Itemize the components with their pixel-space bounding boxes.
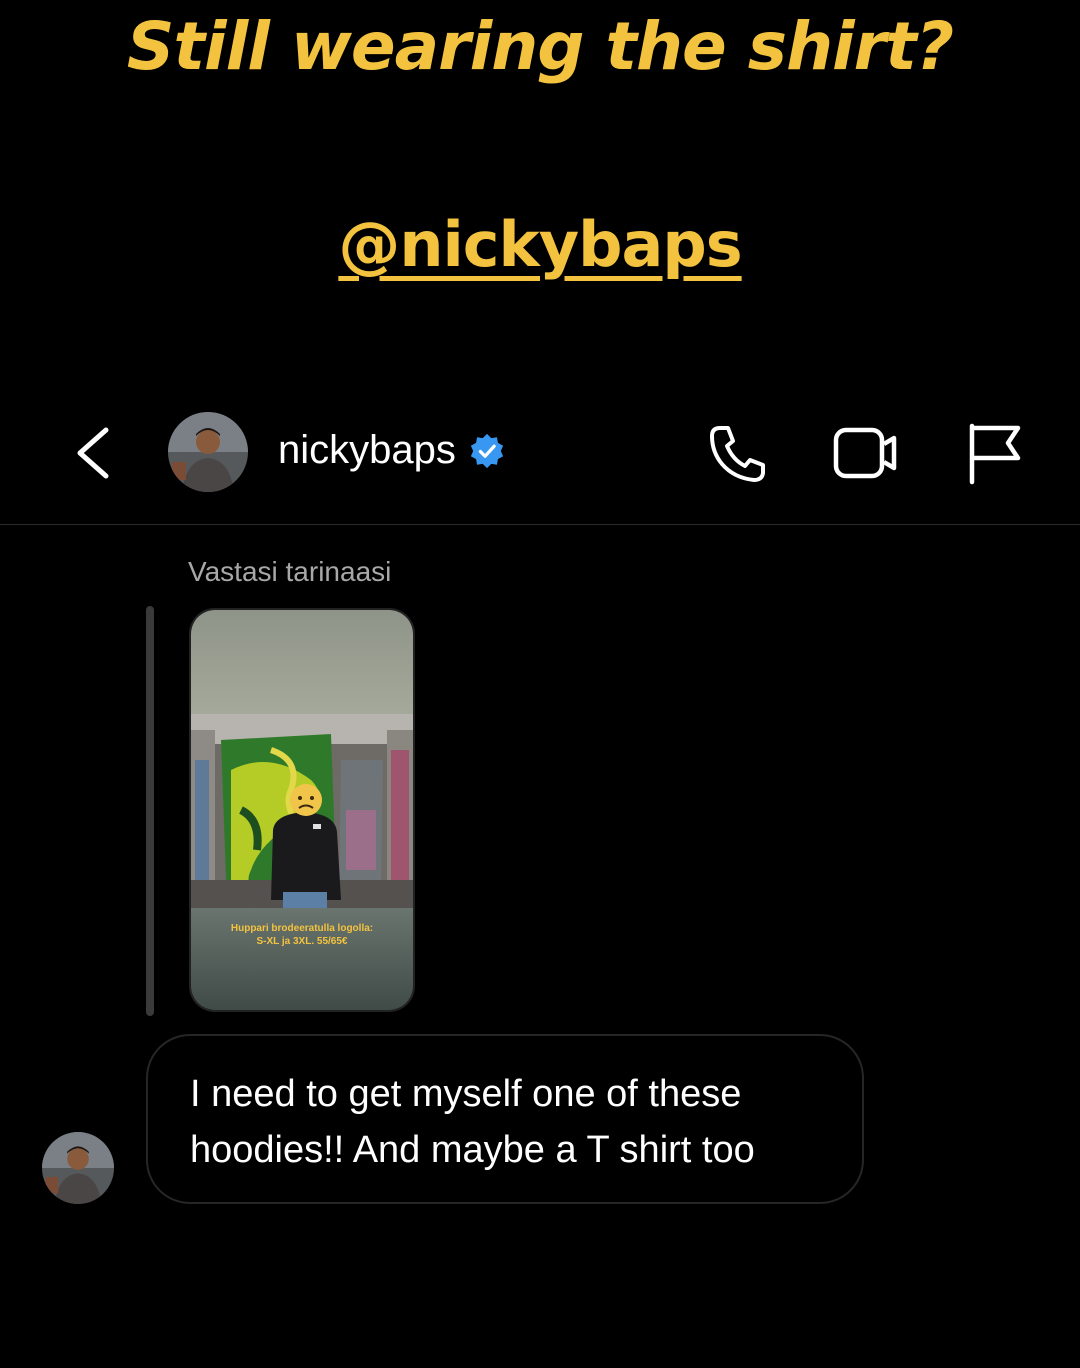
story-mention-link[interactable]: @nickybaps xyxy=(338,208,742,281)
verified-badge-icon xyxy=(470,433,504,468)
message-bubble[interactable]: I need to get myself one of these hoodie… xyxy=(146,1034,864,1204)
phone-icon xyxy=(710,426,765,482)
video-camera-icon xyxy=(833,427,897,479)
phone-call-button[interactable] xyxy=(704,420,772,486)
header-username: nickybaps xyxy=(278,428,456,472)
story-caption-line1: Huppari brodeeratulla logolla: xyxy=(230,923,374,934)
story-reply-label: Vastasi tarinaasi xyxy=(188,556,392,587)
reply-indicator-bar xyxy=(146,606,154,1016)
story-caption-line2: S-XL ja 3XL. 55/65€ xyxy=(256,936,348,947)
dm-header: nickybaps xyxy=(0,400,1080,525)
message-sender-avatar[interactable] xyxy=(42,1132,114,1204)
video-call-button[interactable] xyxy=(832,420,900,486)
story-title: Still wearing the shirt? xyxy=(126,8,954,85)
story-preview-image xyxy=(191,610,413,1010)
story-preview-caption: Huppari brodeeratulla logolla: S-XL ja 3… xyxy=(191,922,413,948)
avatar[interactable] xyxy=(168,412,248,492)
report-button[interactable] xyxy=(962,420,1030,486)
story-mention-wrapper: @nickybaps xyxy=(0,208,1080,281)
flag-icon xyxy=(969,423,1021,485)
back-button[interactable] xyxy=(66,420,122,486)
story-preview-card[interactable]: Huppari brodeeratulla logolla: S-XL ja 3… xyxy=(189,608,415,1012)
message-text-line1: I need to get myself one of these xyxy=(190,1073,742,1115)
header-username-row[interactable]: nickybaps xyxy=(278,428,506,473)
message-text-line2: hoodies!! And maybe a T shirt too xyxy=(190,1129,755,1171)
chevron-left-icon xyxy=(77,427,109,479)
